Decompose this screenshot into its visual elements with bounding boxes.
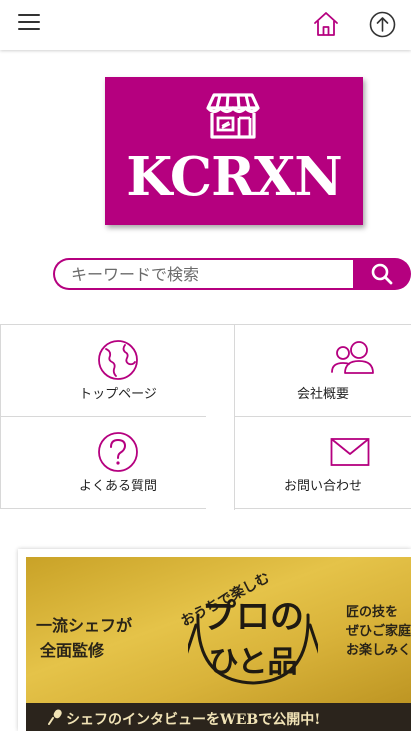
site-logo[interactable]: KCRXN	[105, 77, 363, 225]
banner-right-copy: 匠の技を ぜひご家庭 お楽しみくださ	[346, 603, 411, 660]
banner-strip-text: シェフのインタビューをWEBで公開中!	[66, 712, 321, 728]
nav-label: お問い合わせ	[283, 479, 362, 494]
globe-icon	[98, 340, 138, 380]
nav-item-contact[interactable]: お問い合わせ	[234, 417, 411, 509]
nav-item-company-profile[interactable]: 会社概要	[234, 325, 411, 417]
promo-banner[interactable]: 一流シェフが 全面監修 おうちで楽しむ プロの ひと品 匠の技を ぜひご家庭 お…	[26, 557, 411, 731]
mail-icon	[330, 438, 370, 466]
people-icon	[331, 341, 374, 374]
logo-text: KCRXN	[126, 146, 342, 208]
search-input[interactable]	[53, 258, 357, 290]
nav-divider	[234, 325, 235, 510]
arrow-up-circle-icon[interactable]	[369, 11, 396, 38]
banner-title-line2: ひと品	[208, 645, 298, 680]
search-icon	[371, 263, 393, 285]
search-bar	[53, 258, 411, 290]
nav-label: よくある質問	[78, 479, 157, 494]
banner-right-line3: お楽しみくださ	[346, 643, 411, 658]
nav-label: トップページ	[79, 387, 157, 402]
banner-right-line2: ぜひご家庭	[346, 624, 411, 639]
promo-banner-card[interactable]: 一流シェフが 全面監修 おうちで楽しむ プロの ひと品 匠の技を ぜひご家庭 お…	[18, 549, 411, 731]
top-header	[0, 0, 411, 50]
banner-tagline-line2: 全面監修	[40, 641, 105, 660]
microphone-icon	[48, 709, 62, 725]
nav-item-top-page[interactable]: トップページ	[0, 325, 206, 417]
home-icon[interactable]	[312, 10, 340, 38]
banner-tagline-line1: 一流シェフが	[36, 616, 133, 635]
banner-title-plate: プロの ひと品	[188, 585, 318, 689]
nav-label: 会社概要	[296, 387, 349, 402]
search-button[interactable]	[353, 258, 411, 290]
banner-title-line1: プロの	[202, 597, 304, 637]
hamburger-menu-icon[interactable]	[18, 14, 40, 32]
question-circle-icon	[98, 432, 138, 472]
banner-right-line1: 匠の技を	[346, 605, 399, 620]
quick-nav-grid: トップページ 会社概要 よくある質問 お問い合わせ	[0, 324, 411, 510]
banner-strip: シェフのインタビューをWEBで公開中!	[26, 703, 411, 731]
storefront-icon	[204, 91, 262, 141]
nav-item-faq[interactable]: よくある質問	[0, 417, 206, 509]
